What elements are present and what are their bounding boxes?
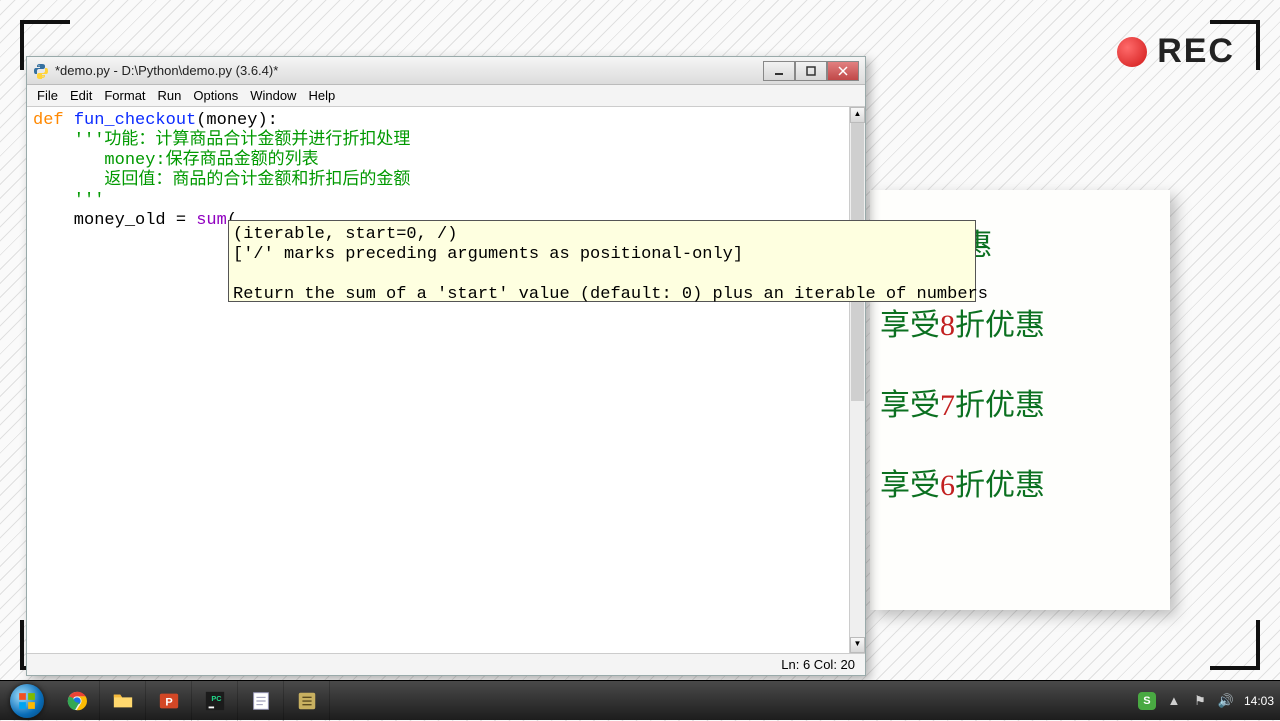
clock[interactable]: 14:03	[1244, 694, 1274, 708]
close-button[interactable]	[827, 61, 859, 81]
powerpoint-icon: P	[158, 690, 180, 712]
menu-window[interactable]: Window	[250, 88, 296, 103]
volume-icon[interactable]: 🔊	[1218, 693, 1234, 709]
minimize-button[interactable]	[763, 61, 795, 81]
scroll-track[interactable]	[850, 123, 865, 637]
menu-run[interactable]: Run	[158, 88, 182, 103]
start-button[interactable]	[0, 681, 54, 721]
flag-icon[interactable]: ⚑	[1192, 693, 1208, 709]
taskbar-explorer[interactable]	[100, 681, 146, 721]
titlebar[interactable]: *demo.py - D:\Python\demo.py (3.6.4)*	[27, 57, 865, 85]
slide-line3: 享受7折优惠	[880, 380, 1160, 424]
taskbar-chrome[interactable]	[54, 681, 100, 721]
taskbar-pycharm[interactable]: PC	[192, 681, 238, 721]
frame-corner-br	[1210, 620, 1260, 670]
taskbar-powerpoint[interactable]: P	[146, 681, 192, 721]
python-icon	[33, 63, 49, 79]
chrome-icon	[66, 690, 88, 712]
notepad-icon	[250, 690, 272, 712]
app-icon	[296, 690, 318, 712]
pycharm-icon: PC	[204, 690, 226, 712]
rec-label: REC	[1157, 32, 1235, 71]
system-tray: S ▲ ⚑ 🔊 14:03	[1138, 692, 1274, 710]
statusbar: Ln: 6 Col: 20	[27, 653, 865, 675]
windows-orb-icon	[10, 684, 44, 718]
menu-file[interactable]: File	[37, 88, 58, 103]
menu-format[interactable]: Format	[104, 88, 145, 103]
show-hidden-icon[interactable]: ▲	[1166, 693, 1182, 709]
slide-line4: 享受6折优惠	[880, 460, 1160, 504]
taskbar: P PC S ▲ ⚑ 🔊 14:03	[0, 680, 1280, 720]
taskbar-notepad[interactable]	[238, 681, 284, 721]
slide-line2: 享受8折优惠	[880, 300, 1160, 344]
menu-help[interactable]: Help	[308, 88, 335, 103]
scroll-down-button[interactable]: ▼	[850, 637, 865, 653]
scroll-up-button[interactable]: ▲	[850, 107, 865, 123]
menu-options[interactable]: Options	[193, 88, 238, 103]
cursor-position: Ln: 6 Col: 20	[781, 657, 855, 672]
window-title: *demo.py - D:\Python\demo.py (3.6.4)*	[55, 63, 763, 78]
ime-indicator[interactable]: S	[1138, 692, 1156, 710]
code-editor[interactable]: def fun_checkout(money): '''功能：计算商品合计金额并…	[27, 107, 849, 653]
function-calltip: (iterable, start=0, /) ['/' marks preced…	[228, 220, 976, 302]
idle-window: *demo.py - D:\Python\demo.py (3.6.4)* Fi…	[26, 56, 866, 676]
editor-scrollbar[interactable]: ▲ ▼	[849, 107, 865, 653]
menubar: File Edit Format Run Options Window Help	[27, 85, 865, 107]
menu-edit[interactable]: Edit	[70, 88, 92, 103]
folder-icon	[112, 690, 134, 712]
taskbar-apps: P PC	[54, 681, 330, 720]
svg-text:P: P	[165, 697, 172, 709]
rec-indicator: REC	[1117, 32, 1235, 71]
maximize-button[interactable]	[795, 61, 827, 81]
taskbar-editor2[interactable]	[284, 681, 330, 721]
svg-text:PC: PC	[211, 694, 222, 703]
record-icon	[1117, 37, 1147, 67]
